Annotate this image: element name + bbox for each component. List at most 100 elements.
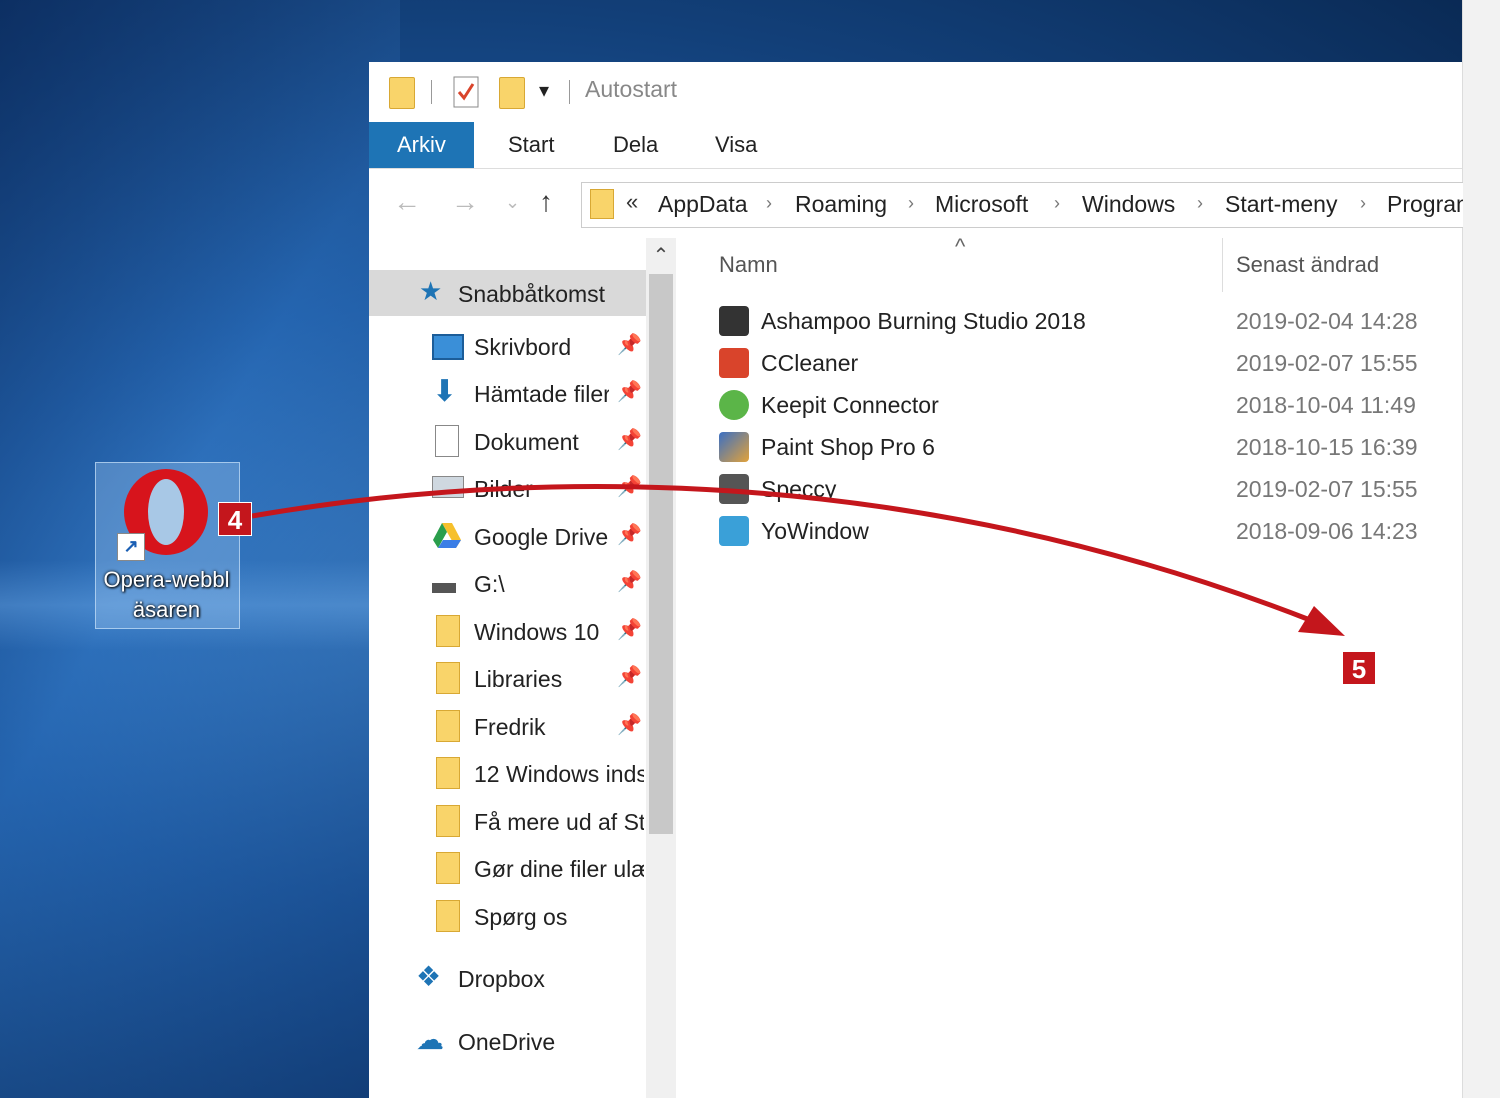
shortcut-arrow-icon: ↗ <box>117 533 145 561</box>
sidebar-scrollbar[interactable]: ⌃ <box>646 238 676 1098</box>
paint-shop-pro-icon <box>719 432 749 462</box>
tab-visa[interactable]: Visa <box>687 122 785 168</box>
up-icon[interactable]: ↑ <box>539 186 553 218</box>
step-badge-5: 5 <box>1342 651 1376 685</box>
folder-icon <box>436 710 460 742</box>
file-date: 2019-02-07 15:55 <box>1236 350 1418 376</box>
drive-icon <box>432 583 456 593</box>
file-row[interactable]: Ashampoo Burning Studio 2018 2019-02-04 … <box>719 302 1462 344</box>
folder-icon <box>389 77 415 109</box>
sidebar-item-label: Dokument <box>474 429 579 455</box>
column-header-name[interactable]: Namn <box>719 252 778 278</box>
document-icon <box>435 425 459 457</box>
overflow-chevron-icon[interactable]: « <box>626 189 638 215</box>
synced-folder-icon <box>436 805 460 837</box>
pin-icon[interactable]: 📌 <box>617 332 642 357</box>
download-arrow-icon: ⬇ <box>432 375 458 408</box>
file-row[interactable]: CCleaner 2019-02-07 15:55 <box>719 344 1462 386</box>
tab-dela[interactable]: Dela <box>585 122 686 168</box>
file-date: 2019-02-07 15:55 <box>1236 476 1418 502</box>
file-name: CCleaner <box>761 350 859 376</box>
sidebar-item-label: Få mere ud af Start <box>474 809 644 835</box>
desktop-icon-label-line2: äsaren <box>132 597 201 622</box>
toolbar-separator <box>569 80 570 104</box>
breadcrumb-separator-icon[interactable]: › <box>1054 193 1060 214</box>
breadcrumb-appdata[interactable]: AppData <box>658 191 748 218</box>
properties-icon[interactable] <box>453 76 479 108</box>
column-divider[interactable] <box>1222 238 1223 292</box>
pin-icon[interactable]: 📌 <box>617 569 642 594</box>
sidebar-item-label: Libraries <box>474 666 563 692</box>
quick-access-label: Snabbåtkomst <box>458 281 606 307</box>
address-row: ← → ⌄ ↑ « AppData › Roaming › Microsoft … <box>369 168 1463 238</box>
folder-icon <box>436 615 460 647</box>
customize-toolbar-icon[interactable]: ▾ <box>539 78 549 103</box>
pin-icon[interactable]: 📌 <box>617 379 642 404</box>
google-drive-icon <box>433 523 461 548</box>
breadcrumb-windows[interactable]: Windows <box>1082 191 1175 218</box>
step-badge-4: 4 <box>218 502 252 536</box>
pin-icon[interactable]: 📌 <box>617 427 642 452</box>
sidebar-item-label: G:\ <box>474 571 505 597</box>
pin-icon[interactable]: 📌 <box>617 474 642 499</box>
keepit-icon <box>719 390 749 420</box>
ashampoo-icon <box>719 306 749 336</box>
pin-icon[interactable]: 📌 <box>617 664 642 689</box>
yowindow-icon <box>719 516 749 546</box>
breadcrumb-start-meny[interactable]: Start-meny <box>1225 191 1337 218</box>
file-date: 2018-10-15 16:39 <box>1236 434 1418 460</box>
column-header-date[interactable]: Senast ändrad <box>1236 252 1379 278</box>
quick-access-toolbar: ▾ Autostart <box>369 62 1462 122</box>
breadcrumb-separator-icon[interactable]: › <box>1360 193 1366 214</box>
file-row[interactable]: Speccy 2019-02-07 15:55 <box>719 470 1462 512</box>
pin-icon[interactable]: 📌 <box>617 617 642 642</box>
breadcrumb-roaming[interactable]: Roaming <box>795 191 887 218</box>
desktop-icon-label: Opera-webbl äsaren <box>95 565 238 625</box>
file-name: Paint Shop Pro 6 <box>761 434 935 460</box>
sidebar-item-label: Dropbox <box>458 966 545 992</box>
pin-icon[interactable]: 📌 <box>617 522 642 547</box>
folder-icon <box>590 189 614 219</box>
sidebar-item-label: Bilder <box>474 476 533 502</box>
sidebar-item-label: Windows 10 <box>474 619 600 645</box>
speccy-icon <box>719 474 749 504</box>
recent-locations-icon[interactable]: ⌄ <box>505 192 520 213</box>
file-date: 2018-10-04 11:49 <box>1236 392 1416 418</box>
breadcrumb-separator-icon[interactable]: › <box>1197 193 1203 214</box>
file-name: YoWindow <box>761 518 869 544</box>
breadcrumb-separator-icon[interactable]: › <box>908 193 914 214</box>
file-row[interactable]: Paint Shop Pro 6 2018-10-15 16:39 <box>719 428 1462 470</box>
sidebar-item-label: Hämtade filer <box>474 381 609 407</box>
file-name: Speccy <box>761 476 837 502</box>
file-name: Keepit Connector <box>761 392 939 418</box>
breadcrumb-separator-icon[interactable]: › <box>766 193 772 214</box>
breadcrumb-microsoft[interactable]: Microsoft <box>935 191 1028 218</box>
forward-icon[interactable]: → <box>451 186 479 218</box>
tab-start[interactable]: Start <box>480 122 582 168</box>
file-row[interactable]: Keepit Connector 2018-10-04 11:49 <box>719 386 1462 428</box>
sidebar-item-label: OneDrive <box>458 1029 556 1055</box>
screen-edge <box>1462 0 1500 1098</box>
file-row[interactable]: YoWindow 2018-09-06 14:23 <box>719 512 1462 554</box>
back-icon[interactable]: ← <box>393 186 421 218</box>
address-bar[interactable]: « AppData › Roaming › Microsoft › Window… <box>581 182 1463 228</box>
scrollbar-thumb[interactable] <box>649 274 673 834</box>
folder-icon <box>436 662 460 694</box>
file-list-header: ^ Namn Senast ändrad <box>679 234 1462 292</box>
scroll-up-icon[interactable]: ⌃ <box>646 238 676 274</box>
ccleaner-icon <box>719 348 749 378</box>
pin-icon[interactable]: 📌 <box>617 712 642 737</box>
tab-arkiv[interactable]: Arkiv <box>369 122 474 168</box>
pictures-icon <box>432 476 464 498</box>
sidebar-item-label: 12 Windows indstillinger <box>474 761 644 787</box>
window-title: Autostart <box>585 76 678 102</box>
star-icon: ★ <box>419 276 443 306</box>
sidebar-item-label: Google Drive <box>474 524 609 550</box>
breadcrumb-program[interactable]: Program <box>1387 191 1463 218</box>
toolbar-separator <box>431 80 432 104</box>
onedrive-cloud-icon: ☁ <box>416 1024 444 1055</box>
navigation-pane: ★ Snabbåtkomst Skrivbord 📌 ⬇ Hämtade fil… <box>369 238 679 1098</box>
desktop-icon-label-line1: Opera-webbl <box>103 567 230 592</box>
new-folder-icon[interactable] <box>499 77 525 109</box>
sidebar-item-label: Skrivbord <box>474 334 572 360</box>
